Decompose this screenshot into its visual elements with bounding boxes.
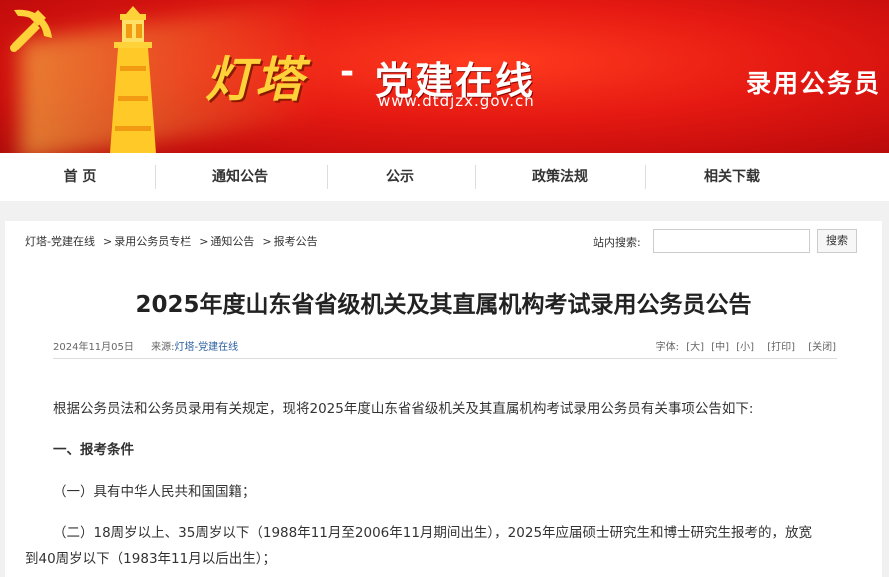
breadcrumb-item-current[interactable]: 报考公告: [274, 235, 318, 248]
nav-home[interactable]: 首 页: [30, 153, 130, 201]
font-small-button[interactable]: [小]: [736, 342, 754, 353]
lighthouse-icon: [110, 6, 156, 153]
brand-url: www.dtdjzx.gov.cn: [378, 92, 535, 110]
breadcrumb-separator: >: [199, 235, 209, 248]
breadcrumb-item-notices[interactable]: 通知公告: [210, 235, 254, 248]
source-label: 来源:: [151, 342, 175, 353]
brand-dash: -: [340, 52, 355, 92]
article-tools: 字体: [大] [中] [小] [打印] [关闭]: [652, 338, 836, 353]
article-meta: 2024年11月05日 来源:灯塔-党建在线: [53, 338, 238, 353]
brand-script-logo: 灯塔: [205, 52, 306, 108]
article-title: 2025年度山东省省级机关及其直属机构考试录用公务员公告: [135, 292, 752, 318]
section-title: 录用公务员: [745, 69, 881, 98]
print-button[interactable]: [打印]: [767, 342, 795, 353]
close-button[interactable]: [关闭]: [808, 342, 836, 353]
party-emblem-icon: [10, 9, 52, 52]
breadcrumb-separator: >: [262, 235, 272, 248]
nav-divider: [327, 165, 328, 189]
paragraph-item: （一）具有中华人民共和国国籍；: [53, 484, 256, 500]
main-nav: 首 页 通知公告 公示 政策法规 相关下载: [0, 153, 889, 201]
font-size-label: 字体:: [655, 342, 679, 353]
breadcrumb-item-home[interactable]: 灯塔-党建在线: [25, 235, 95, 248]
nav-divider: [645, 165, 646, 189]
nav-publicity[interactable]: 公示: [350, 153, 450, 201]
search-button[interactable]: 搜索: [817, 229, 857, 253]
section-heading: 一、报考条件: [53, 442, 134, 458]
source-link[interactable]: 灯塔-党建在线: [174, 342, 238, 353]
paragraph-item: （二）18周岁以上、35周岁以下（1988年11月至2006年11月期间出生），…: [53, 525, 813, 541]
article-panel: 灯塔-党建在线 > 录用公务员专栏 > 通知公告 > 报考公告 站内搜索: 搜索 2025年…: [5, 221, 882, 577]
font-large-button[interactable]: [大]: [686, 342, 704, 353]
search-input[interactable]: [653, 229, 810, 253]
breadcrumb: 灯塔-党建在线 > 录用公务员专栏 > 通知公告 > 报考公告: [25, 233, 318, 249]
article-date: 2024年11月05日: [53, 342, 134, 353]
font-medium-button[interactable]: [中]: [711, 342, 729, 353]
nav-policies[interactable]: 政策法规: [510, 153, 610, 201]
breadcrumb-item-column[interactable]: 录用公务员专栏: [114, 235, 191, 248]
nav-downloads[interactable]: 相关下载: [682, 153, 782, 201]
search-label: 站内搜索:: [593, 236, 641, 249]
nav-notices[interactable]: 通知公告: [190, 153, 290, 201]
meta-divider: [53, 358, 837, 359]
breadcrumb-separator: >: [102, 235, 113, 248]
nav-divider: [475, 165, 476, 189]
site-banner: 灯塔 - 党建在线 www.dtdjzx.gov.cn 录用公务员: [0, 0, 889, 153]
nav-divider: [155, 165, 156, 189]
paragraph-intro: 根据公务员法和公务员录用有关规定，现将2025年度山东省省级机关及其直属机构考试…: [53, 401, 754, 417]
paragraph-item-continued: 到40周岁以下（1983年11月以后出生）；: [25, 551, 276, 567]
